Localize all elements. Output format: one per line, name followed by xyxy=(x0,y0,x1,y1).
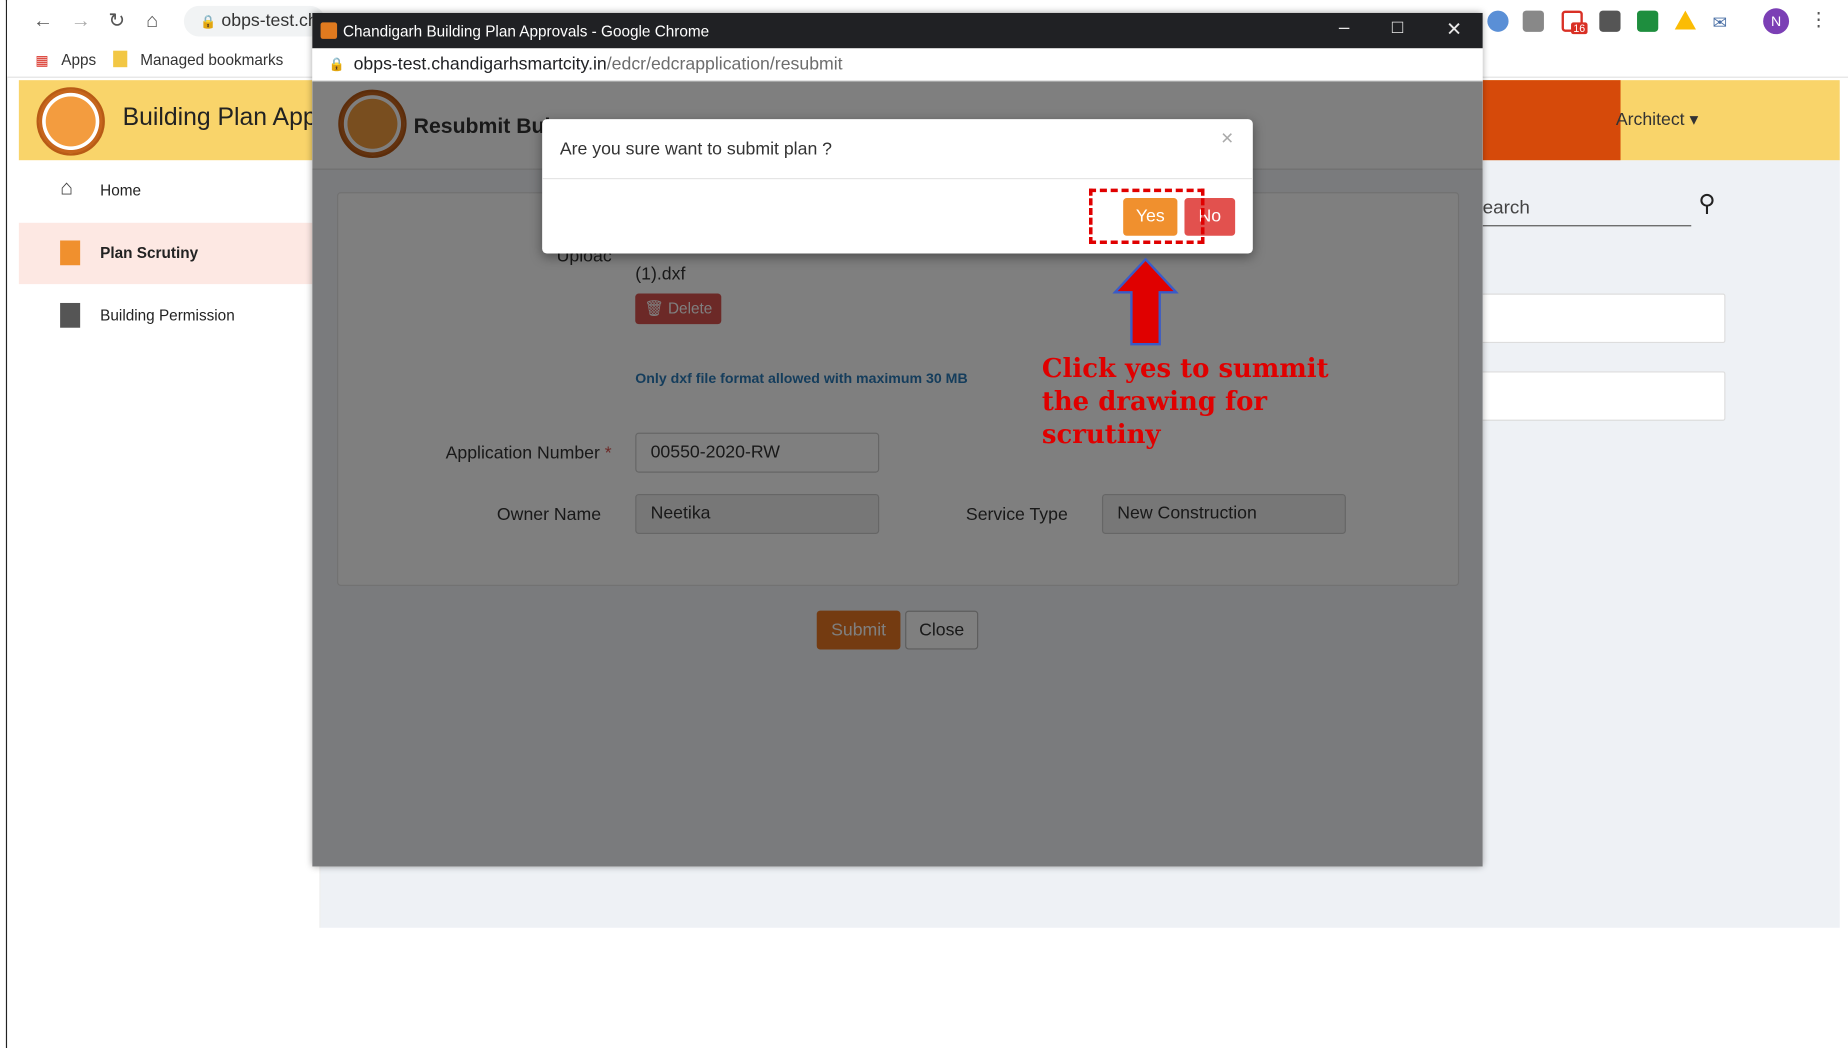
sidebar-item-label: Building Permission xyxy=(100,306,235,325)
menu-icon[interactable]: ⋮ xyxy=(1809,8,1828,32)
search-underline xyxy=(1482,225,1692,227)
extension-icon[interactable] xyxy=(1637,10,1659,32)
minimize-icon[interactable]: – xyxy=(1339,18,1349,39)
forward-icon[interactable]: → xyxy=(71,0,91,42)
apps-bookmark[interactable]: Apps xyxy=(61,51,96,69)
app-header-accent xyxy=(1479,80,1621,161)
url-path: /edcr/edcrapplication/resubmit xyxy=(606,54,843,75)
building-icon xyxy=(60,302,81,328)
extension-icon[interactable] xyxy=(1487,10,1509,32)
dialog-divider xyxy=(542,178,1253,180)
popup-titlebar: Chandigarh Building Plan Approvals - Goo… xyxy=(312,12,1483,49)
highlight-box xyxy=(1088,188,1205,245)
mail-icon[interactable]: ✉ xyxy=(1712,12,1727,33)
sidebar-item-label: Plan Scrutiny xyxy=(100,244,199,262)
maximize-icon[interactable]: □ xyxy=(1392,18,1403,39)
managed-bookmarks[interactable]: Managed bookmarks xyxy=(140,51,283,69)
user-menu[interactable]: Architect ▾ xyxy=(1616,108,1699,130)
drive-icon[interactable] xyxy=(1674,10,1696,30)
site-favicon xyxy=(320,22,338,39)
lock-icon: 🔒 xyxy=(328,57,345,72)
home-icon[interactable]: ⌂ xyxy=(146,0,158,42)
dialog-close-icon[interactable]: × xyxy=(1221,126,1233,151)
chandigarh-logo xyxy=(36,87,105,156)
address-bar[interactable]: 🔒 obps-test.ch xyxy=(183,5,326,37)
reload-icon[interactable]: ↻ xyxy=(108,0,125,42)
red-arrow-icon xyxy=(1112,257,1179,346)
folder-icon xyxy=(113,50,128,68)
sidebar-item-plan-scrutiny[interactable]: Plan Scrutiny xyxy=(18,222,321,285)
url-host: obps-test.chandigarhsmartcity.in xyxy=(353,54,607,75)
building-icon xyxy=(60,240,81,266)
gmail-badge: 16 xyxy=(1571,22,1588,35)
extension-icon[interactable] xyxy=(1522,10,1544,32)
search-input[interactable]: earch xyxy=(1483,198,1530,219)
close-icon[interactable]: ✕ xyxy=(1446,18,1462,42)
lock-icon: 🔒 xyxy=(200,15,217,30)
content-card xyxy=(1461,293,1726,344)
profile-avatar[interactable]: N xyxy=(1763,8,1790,35)
sidebar-item-label: Home xyxy=(100,181,142,200)
content-card xyxy=(1461,371,1726,421)
popup-window-title: Chandigarh Building Plan Approvals - Goo… xyxy=(342,22,710,41)
sidebar-item-building-permission[interactable]: Building Permission xyxy=(19,285,321,346)
home-icon: ⌂ xyxy=(60,175,73,200)
apps-grid-icon: ▦ xyxy=(35,51,49,69)
sidebar-item-home[interactable]: ⌂ Home xyxy=(19,160,321,221)
app-title: Building Plan App xyxy=(122,103,317,131)
annotation-text: Click yes to summit the drawing for scru… xyxy=(1041,353,1329,451)
address-text: obps-test.ch xyxy=(221,10,318,31)
search-icon[interactable]: ⚲ xyxy=(1698,189,1715,218)
slide-border-left xyxy=(5,0,8,1048)
confirm-question: Are you sure want to submit plan ? xyxy=(559,139,833,160)
gmail-icon[interactable]: 16 xyxy=(1561,10,1588,35)
extension-icon[interactable] xyxy=(1599,10,1621,32)
back-icon[interactable]: ← xyxy=(33,0,53,42)
popup-address-bar[interactable]: 🔒 obps-test.chandigarhsmartcity.in/edcr/… xyxy=(312,48,1483,82)
